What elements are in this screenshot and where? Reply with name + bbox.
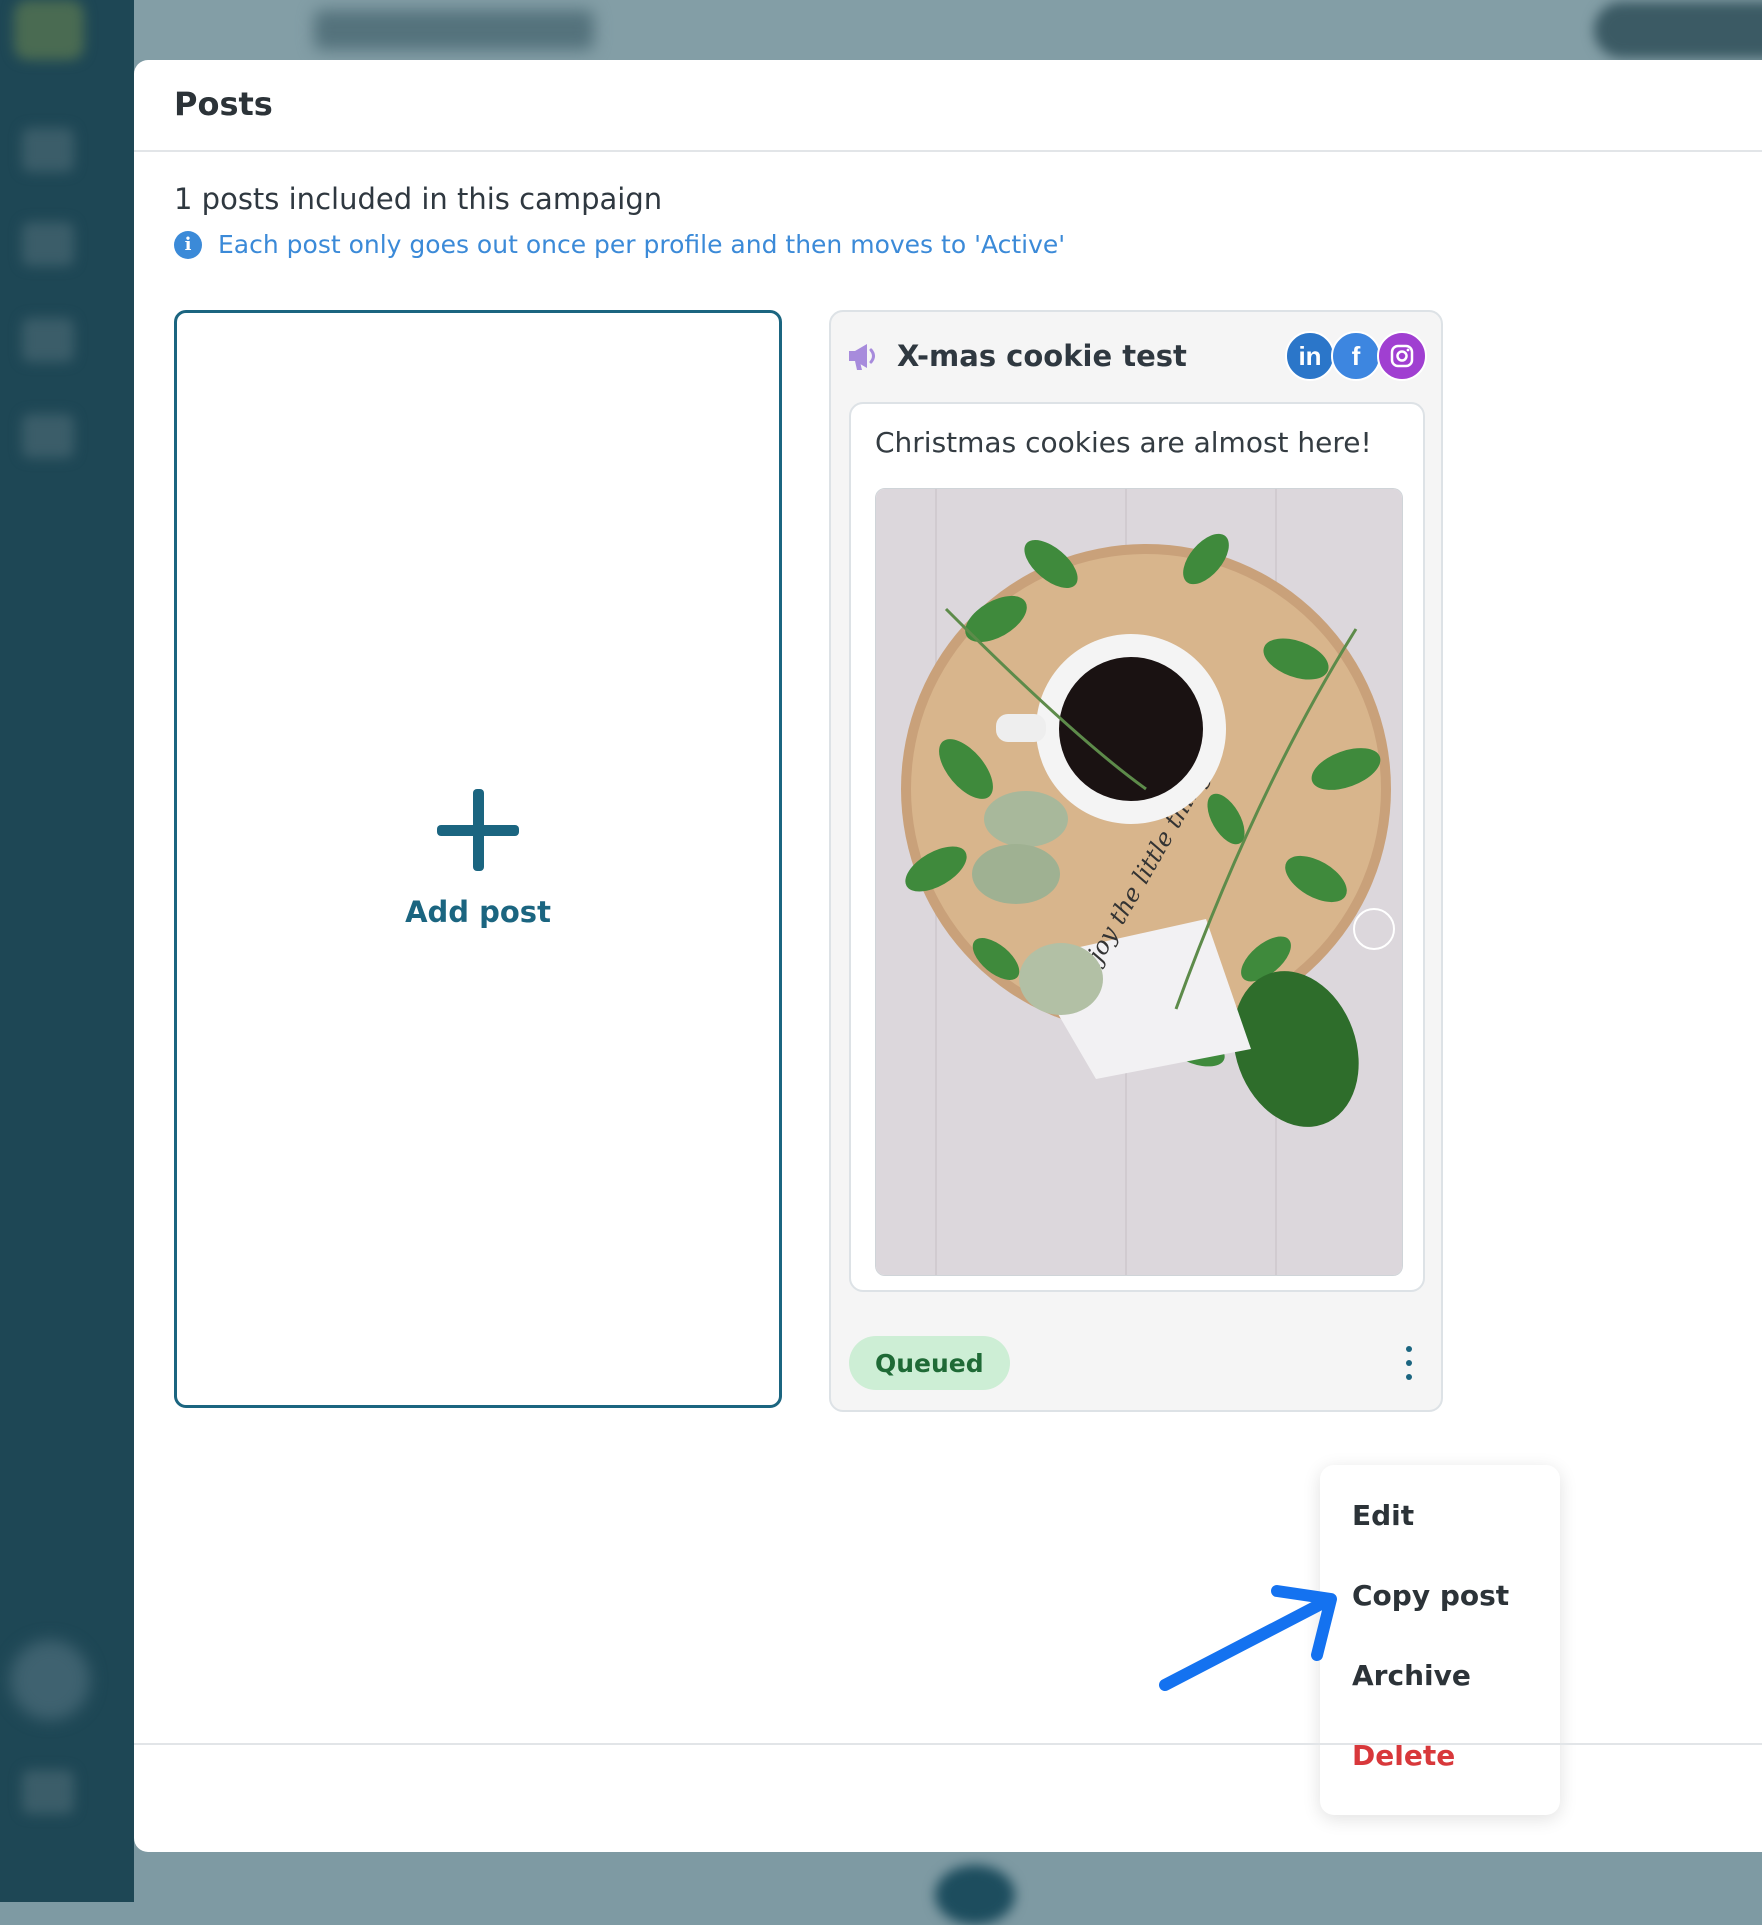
modal-title: Posts [174, 85, 273, 123]
page-title-blurred [314, 10, 594, 50]
annotation-arrow-icon [1159, 1585, 1337, 1691]
info-notice: i Each post only goes out once per profi… [174, 230, 1065, 259]
topbar-button-blurred [1594, 2, 1762, 58]
add-post-label: Add post [405, 895, 551, 929]
user-avatar-blurred [10, 1640, 90, 1720]
posts-modal: Posts 1 posts included in this campaign … [134, 60, 1762, 1852]
menu-item-copy-post[interactable]: Copy post [1352, 1579, 1509, 1612]
linkedin-icon: in [1285, 331, 1335, 381]
facebook-icon: f [1331, 331, 1381, 381]
post-card-header: X-mas cookie test in f [845, 326, 1427, 386]
sidebar-nav-icon [22, 1770, 74, 1814]
posts-count-text: 1 posts included in this campaign [174, 182, 663, 216]
add-post-card[interactable]: Add post [174, 310, 782, 1408]
sidebar-nav-icon [22, 318, 74, 362]
app-topbar-blurred [134, 0, 1762, 60]
megaphone-icon [849, 344, 875, 370]
app-logo [14, 0, 84, 60]
sidebar-nav-icon [22, 128, 74, 172]
post-text: Christmas cookies are almost here! [875, 426, 1372, 459]
social-networks: in f [1285, 331, 1427, 381]
menu-item-archive[interactable]: Archive [1352, 1659, 1471, 1692]
info-notice-text: Each post only goes out once per profile… [218, 230, 1066, 259]
sidebar-nav-icon [22, 222, 74, 266]
plus-icon [437, 789, 519, 871]
sidebar-nav-icon [22, 414, 74, 458]
app-sidebar-blurred [0, 0, 134, 1902]
post-image: enjoy the little things [875, 488, 1403, 1276]
modal-footer-divider [134, 1743, 1762, 1745]
kebab-menu-icon[interactable] [1397, 1346, 1421, 1380]
modal-header: Posts [134, 60, 1762, 152]
menu-item-edit[interactable]: Edit [1352, 1499, 1414, 1532]
instagram-icon [1377, 331, 1427, 381]
post-title: X-mas cookie test [897, 339, 1187, 373]
status-badge: Queued [849, 1336, 1010, 1390]
post-preview: Christmas cookies are almost here! enjoy… [849, 402, 1425, 1292]
post-actions-menu: Edit Copy post Archive Delete [1320, 1465, 1560, 1815]
info-circle-icon: i [174, 230, 202, 259]
post-card[interactable]: X-mas cookie test in f Christmas cookies… [829, 310, 1443, 1412]
background-element-blurred [935, 1865, 1015, 1925]
